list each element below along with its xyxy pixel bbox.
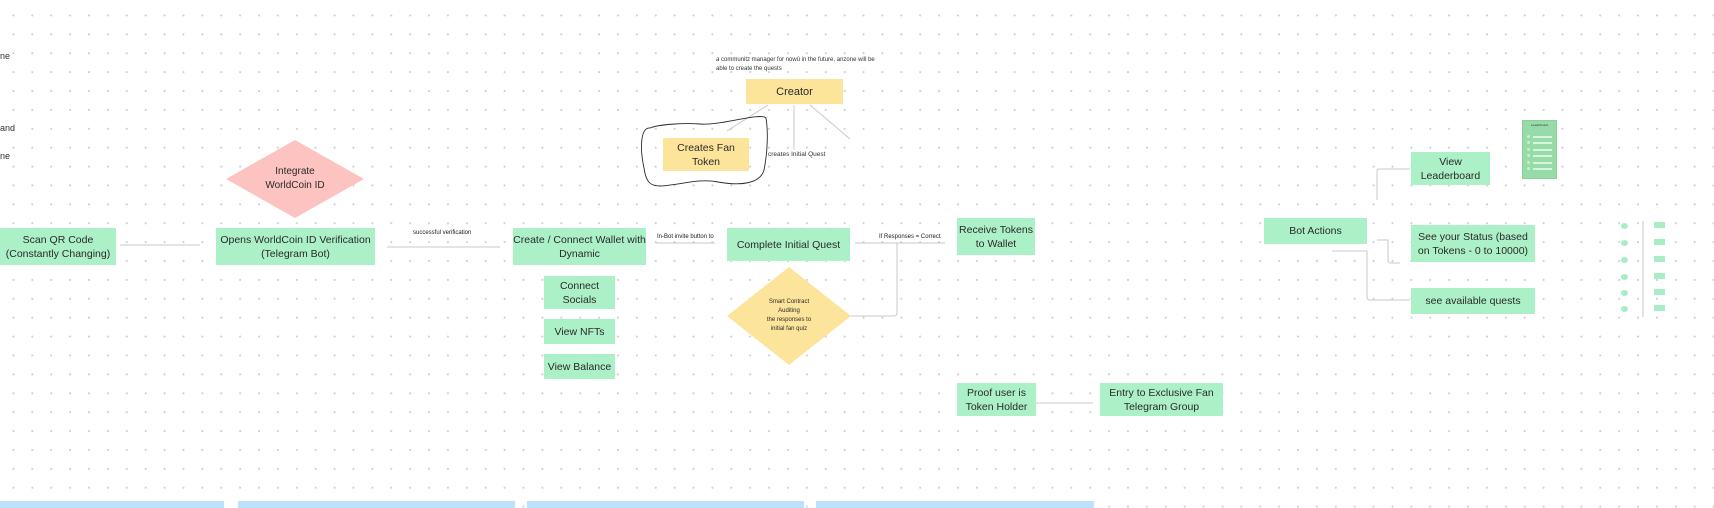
leaderboard-thumbnail[interactable]: Leaderboard [1522, 120, 1557, 179]
in-bot-invite-label: In-Bot invite button to [657, 234, 714, 240]
smart-contract-decision[interactable]: Smart Contract Auditing the responses to in… [727, 267, 851, 365]
create-wallet-node[interactable]: Create / Connect Wallet with Dynamic [513, 228, 646, 265]
bottom-frame-bar[interactable] [0, 501, 224, 508]
tier-badge [1621, 290, 1628, 296]
receive-tokens-label: Receive Tokens to Wallet [959, 223, 1033, 250]
proof-holder-node[interactable]: Proof user is Token Holder [957, 383, 1036, 416]
leaderboard-row [1527, 141, 1553, 144]
connect-socials-node[interactable]: Connect Socials [544, 276, 615, 309]
tier-badge [1621, 223, 1628, 229]
connect-socials-label: Connect Socials [559, 279, 600, 306]
integrate-worldcoin-decision[interactable]: Integrate WorldCoin ID [226, 140, 364, 218]
bottom-frame-bar[interactable] [816, 501, 1094, 508]
bot-actions-node[interactable]: Bot Actions [1264, 218, 1367, 244]
tier-badge [1621, 257, 1628, 263]
bottom-frame-bar[interactable] [238, 501, 515, 508]
leaderboard-row [1527, 167, 1553, 170]
view-leaderboard-node[interactable]: View Leaderboard [1411, 152, 1490, 185]
complete-quest-label: Complete Initial Quest [736, 238, 841, 251]
tier-range [1654, 273, 1665, 279]
bottom-frame-bar[interactable] [527, 501, 804, 508]
edge-bot-to-leaderboard [1376, 168, 1410, 200]
tier-range [1654, 239, 1665, 245]
exclusive-group-node[interactable]: Entry to Exclusive Fan Telegram Group [1100, 383, 1223, 416]
proof-holder-label: Proof user is Token Holder [965, 386, 1028, 413]
creates-initial-quest-label: creates Initial Quest [768, 151, 826, 158]
leaderboard-row [1527, 161, 1553, 164]
view-nfts-node[interactable]: View NFTs [544, 319, 615, 344]
tier-badge [1621, 274, 1628, 280]
integrate-worldcoin-label: Integrate WorldCoin ID [265, 166, 325, 191]
tier-range [1654, 289, 1665, 295]
successful-verification-label: successful verification [413, 230, 472, 236]
creates-fan-token-label: Creates Fan Token [677, 141, 735, 168]
edge-contract-to-branch [850, 243, 898, 317]
receive-tokens-node[interactable]: Receive Tokens to Wallet [957, 218, 1035, 255]
tier-range [1654, 305, 1665, 311]
view-balance-label: View Balance [547, 360, 612, 373]
scan-qr-label: Scan QR Code (Constantly Changing) [5, 233, 111, 260]
creator-note-line1: a communitz manager for nowû in the futu… [716, 57, 875, 63]
edge-bot-to-quests [1332, 250, 1410, 301]
open-verification-node[interactable]: Opens WorldCoin ID Verification (Telegram… [216, 228, 375, 265]
available-quests-node[interactable]: see available quests [1411, 288, 1535, 314]
complete-quest-node[interactable]: Complete Initial Quest [727, 228, 850, 261]
tier-range [1654, 256, 1665, 262]
edge-bot-to-status [1377, 239, 1400, 264]
creates-fan-token-node[interactable]: Creates Fan Token [663, 138, 749, 171]
leaderboard-title: Leaderboard [1530, 123, 1548, 127]
leaderboard-row [1527, 148, 1553, 151]
available-quests-label: see available quests [1425, 295, 1521, 307]
view-balance-node[interactable]: View Balance [544, 354, 615, 379]
creator-node[interactable]: Creator [746, 79, 843, 104]
open-verification-label: Opens WorldCoin ID Verification (Telegram… [220, 233, 371, 260]
status-node[interactable]: See your Status (based on Tokens - 0 to 1… [1411, 225, 1535, 262]
status-label: See your Status (based on Tokens - 0 to 1… [1417, 230, 1529, 257]
exclusive-group-label: Entry to Exclusive Fan Telegram Group [1109, 386, 1214, 413]
scan-qr-node[interactable]: Scan QR Code (Constantly Changing) [0, 228, 116, 265]
view-leaderboard-label: View Leaderboard [1420, 155, 1481, 182]
leaderboard-row [1527, 135, 1553, 138]
tier-badge [1621, 306, 1628, 312]
create-wallet-label: Create / Connect Wallet with Dynamic [513, 233, 646, 260]
bot-actions-label: Bot Actions [1289, 225, 1342, 237]
leaderboard-row [1527, 154, 1553, 157]
view-nfts-label: View NFTs [554, 325, 605, 338]
tier-badge [1621, 240, 1628, 246]
creator-label: Creator [776, 85, 813, 98]
edge-creator-right [809, 104, 851, 140]
tier-range [1654, 222, 1665, 228]
if-correct-label: If Responses = Correct [879, 234, 941, 240]
creator-note-line2: able to create the quests [716, 66, 782, 72]
smart-contract-label: Smart Contract Auditing the responses to in… [766, 299, 812, 332]
